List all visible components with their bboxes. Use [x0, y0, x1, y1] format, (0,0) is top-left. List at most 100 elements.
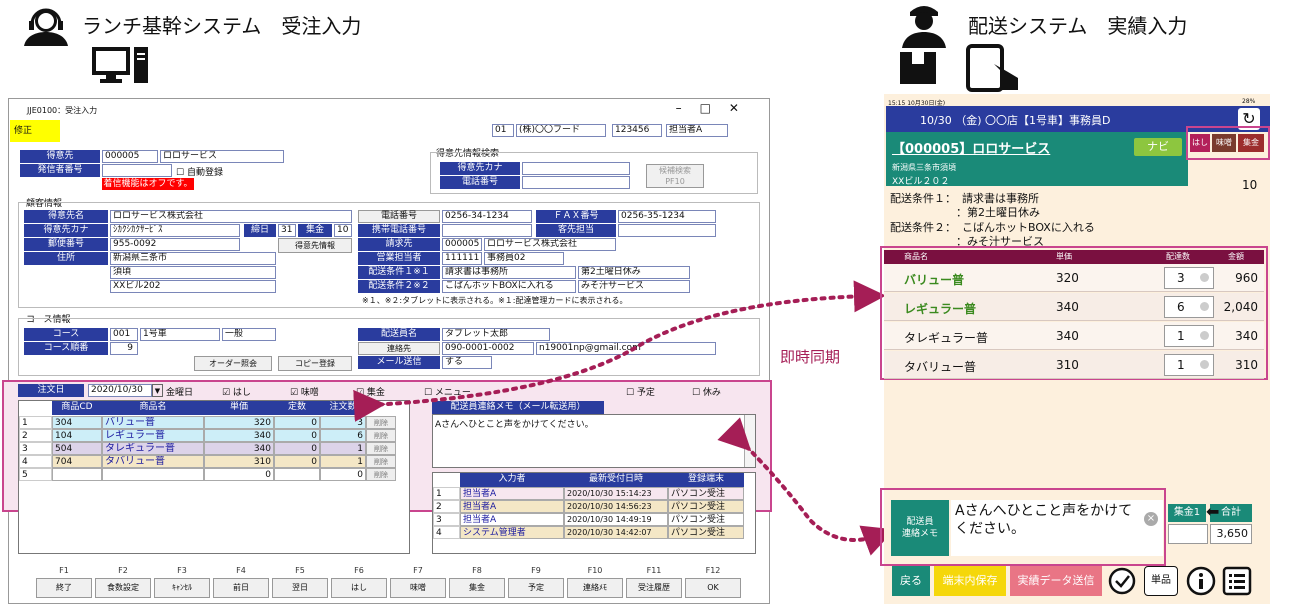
cond1a-field[interactable]: 請求書は事務所	[442, 266, 576, 279]
order-qty-cell[interactable]: 6	[320, 429, 366, 442]
fkey-button[interactable]: 前日	[213, 578, 269, 598]
check-menu[interactable]: ☐ メニュー	[424, 385, 471, 398]
tablet-count: 10	[1242, 178, 1258, 192]
order-inquiry-button[interactable]: オーダー照会	[194, 356, 272, 371]
course-type-field[interactable]: 一般	[222, 328, 276, 341]
product-code-cell[interactable]: 504	[52, 442, 102, 455]
course-name-field[interactable]: 1号車	[140, 328, 220, 341]
tablet-save-button[interactable]: 端末内保存	[934, 566, 1006, 596]
mail-send-field[interactable]: する	[442, 356, 492, 369]
mobile-field[interactable]	[442, 224, 532, 237]
candidate-search-button[interactable]: 候補検索 PF10	[646, 164, 704, 188]
check-collect[interactable]: ☑ 集金	[356, 385, 385, 398]
log-entered-by: 担当者A	[460, 513, 564, 526]
auto-register-checkbox[interactable]: ☐ 自動登録	[176, 165, 223, 178]
customer-info-button[interactable]: 得意先情報	[278, 238, 352, 253]
order-qty-cell[interactable]: 3	[320, 416, 366, 429]
fkey-button[interactable]: 味噌	[390, 578, 446, 598]
sales-code-field[interactable]: 111111	[442, 252, 482, 265]
qty-clear-icon[interactable]	[1200, 360, 1209, 369]
collect-field[interactable]: 10	[334, 224, 352, 237]
fkey-button[interactable]: 受注履歴	[626, 578, 682, 598]
fkey-button[interactable]: 予定	[508, 578, 564, 598]
clock-icon[interactable]	[1106, 566, 1138, 596]
qty-clear-icon[interactable]	[1200, 331, 1209, 340]
search-phone-field[interactable]	[522, 176, 630, 189]
billing-name-field[interactable]: ロロサービス株式会社	[484, 238, 616, 251]
fkey-button[interactable]: はし	[331, 578, 387, 598]
product-name-cell[interactable]	[102, 468, 204, 481]
copy-register-button[interactable]: コピー登録	[278, 356, 352, 371]
fkey-button[interactable]: OK	[685, 578, 741, 598]
order-qty-cell[interactable]: 1	[320, 455, 366, 468]
product-name-cell[interactable]: レギュラー普	[102, 429, 204, 442]
fax-field[interactable]: 0256-35-1234	[618, 210, 716, 223]
cond2b-field[interactable]: みそ汁サービス	[578, 280, 690, 293]
tablet-memo-text[interactable]: Aさんへひとこと声をかけてください。	[951, 500, 1163, 556]
sales-name-field[interactable]: 事務員02	[484, 252, 564, 265]
date-dropdown[interactable]: ▼	[152, 384, 163, 397]
memo-scrollbar[interactable]	[744, 415, 755, 467]
fkey-button[interactable]: 集金	[449, 578, 505, 598]
delete-button[interactable]: 削除	[366, 416, 396, 429]
product-code-cell[interactable]: 304	[52, 416, 102, 429]
check-plan[interactable]: ☐ 予定	[626, 385, 655, 398]
tel-field[interactable]: 0256-34-1234	[442, 210, 532, 223]
address-line-1[interactable]: 新潟県三条市	[110, 252, 276, 265]
fkey-button[interactable]: 終了	[36, 578, 92, 598]
check-miso[interactable]: ☑ 味噌	[290, 385, 319, 398]
order-qty-cell[interactable]: 1	[320, 442, 366, 455]
billing-code-field[interactable]: 000005	[442, 238, 482, 251]
product-name-cell[interactable]: タレギュラー普	[102, 442, 204, 455]
close-day-field[interactable]: 31	[278, 224, 296, 237]
course-code-field[interactable]: 001	[110, 328, 138, 341]
tablet-back-button[interactable]: 戻る	[892, 566, 930, 596]
product-code-cell[interactable]	[52, 468, 102, 481]
list-menu-icon[interactable]	[1222, 566, 1252, 596]
qty-clear-icon[interactable]	[1200, 302, 1209, 311]
fkey-button[interactable]: 食数設定	[95, 578, 151, 598]
delete-button[interactable]: 削除	[366, 455, 396, 468]
tablet-navi-button[interactable]: ナビ	[1134, 138, 1182, 156]
course-order-field[interactable]: 9	[110, 342, 138, 355]
fkey-button[interactable]: 翌日	[272, 578, 328, 598]
cond2a-field[interactable]: こばんホットBOXに入れる	[442, 280, 576, 293]
product-code-cell[interactable]: 104	[52, 429, 102, 442]
zip-field[interactable]: 955-0092	[110, 238, 240, 251]
fkey-button[interactable]: ｷｬﾝｾﾙ	[154, 578, 210, 598]
address-line-3[interactable]: XXビル202	[110, 280, 276, 293]
contact-mail-field[interactable]: n19001np@gmail.com	[536, 342, 716, 355]
contact-person-field[interactable]	[618, 224, 716, 237]
product-code-cell[interactable]: 704	[52, 455, 102, 468]
info-icon[interactable]	[1186, 566, 1216, 596]
check-holiday[interactable]: ☐ 休み	[692, 385, 721, 398]
fkey-label: F5	[295, 566, 305, 575]
customer-code-field[interactable]: 000005	[102, 150, 158, 163]
delete-button[interactable]: 削除	[366, 429, 396, 442]
cust-kana-field[interactable]: ｼｶｸｼｶｸｻｰﾋﾞｽ	[110, 224, 240, 237]
check-chopsticks[interactable]: ☑ はし	[222, 385, 251, 398]
product-name-cell[interactable]: バリュー普	[102, 416, 204, 429]
product-name-cell[interactable]: タバリュー普	[102, 455, 204, 468]
search-kana-field[interactable]	[522, 162, 630, 175]
qty-clear-icon[interactable]	[1200, 273, 1209, 282]
driver-name-field[interactable]: タブレット太郎	[442, 328, 550, 341]
memo-textarea[interactable]: Aさんへひとこと声をかけてください。	[432, 414, 756, 468]
tablet-collect-field[interactable]	[1168, 524, 1208, 544]
cust-name-field[interactable]: ロロサービス株式会社	[110, 210, 352, 223]
address-line-2[interactable]: 須頃	[110, 266, 276, 279]
caller-field[interactable]	[102, 164, 172, 177]
cond1b-field[interactable]: 第2土曜日休み	[578, 266, 690, 279]
window-controls[interactable]: –□✕	[676, 101, 757, 115]
delete-button[interactable]: 削除	[366, 442, 396, 455]
tablet-single-button[interactable]: 単品	[1144, 566, 1178, 596]
customer-name-field[interactable]: ロロサービス	[160, 150, 284, 163]
fkey-button[interactable]: 連絡ﾒﾓ	[567, 578, 623, 598]
tablet-memo-clear-icon[interactable]: ×	[1144, 512, 1158, 526]
order-date-field[interactable]: 2020/10/30	[88, 384, 152, 397]
contact-tel-field[interactable]: 090-0001-0002	[442, 342, 534, 355]
order-qty-cell[interactable]: 0	[320, 468, 366, 481]
tablet-customer-name[interactable]: 【000005】ロロサービス	[892, 138, 1050, 157]
delete-button[interactable]: 削除	[366, 468, 396, 481]
tablet-send-button[interactable]: 実績データ送信	[1010, 566, 1102, 596]
